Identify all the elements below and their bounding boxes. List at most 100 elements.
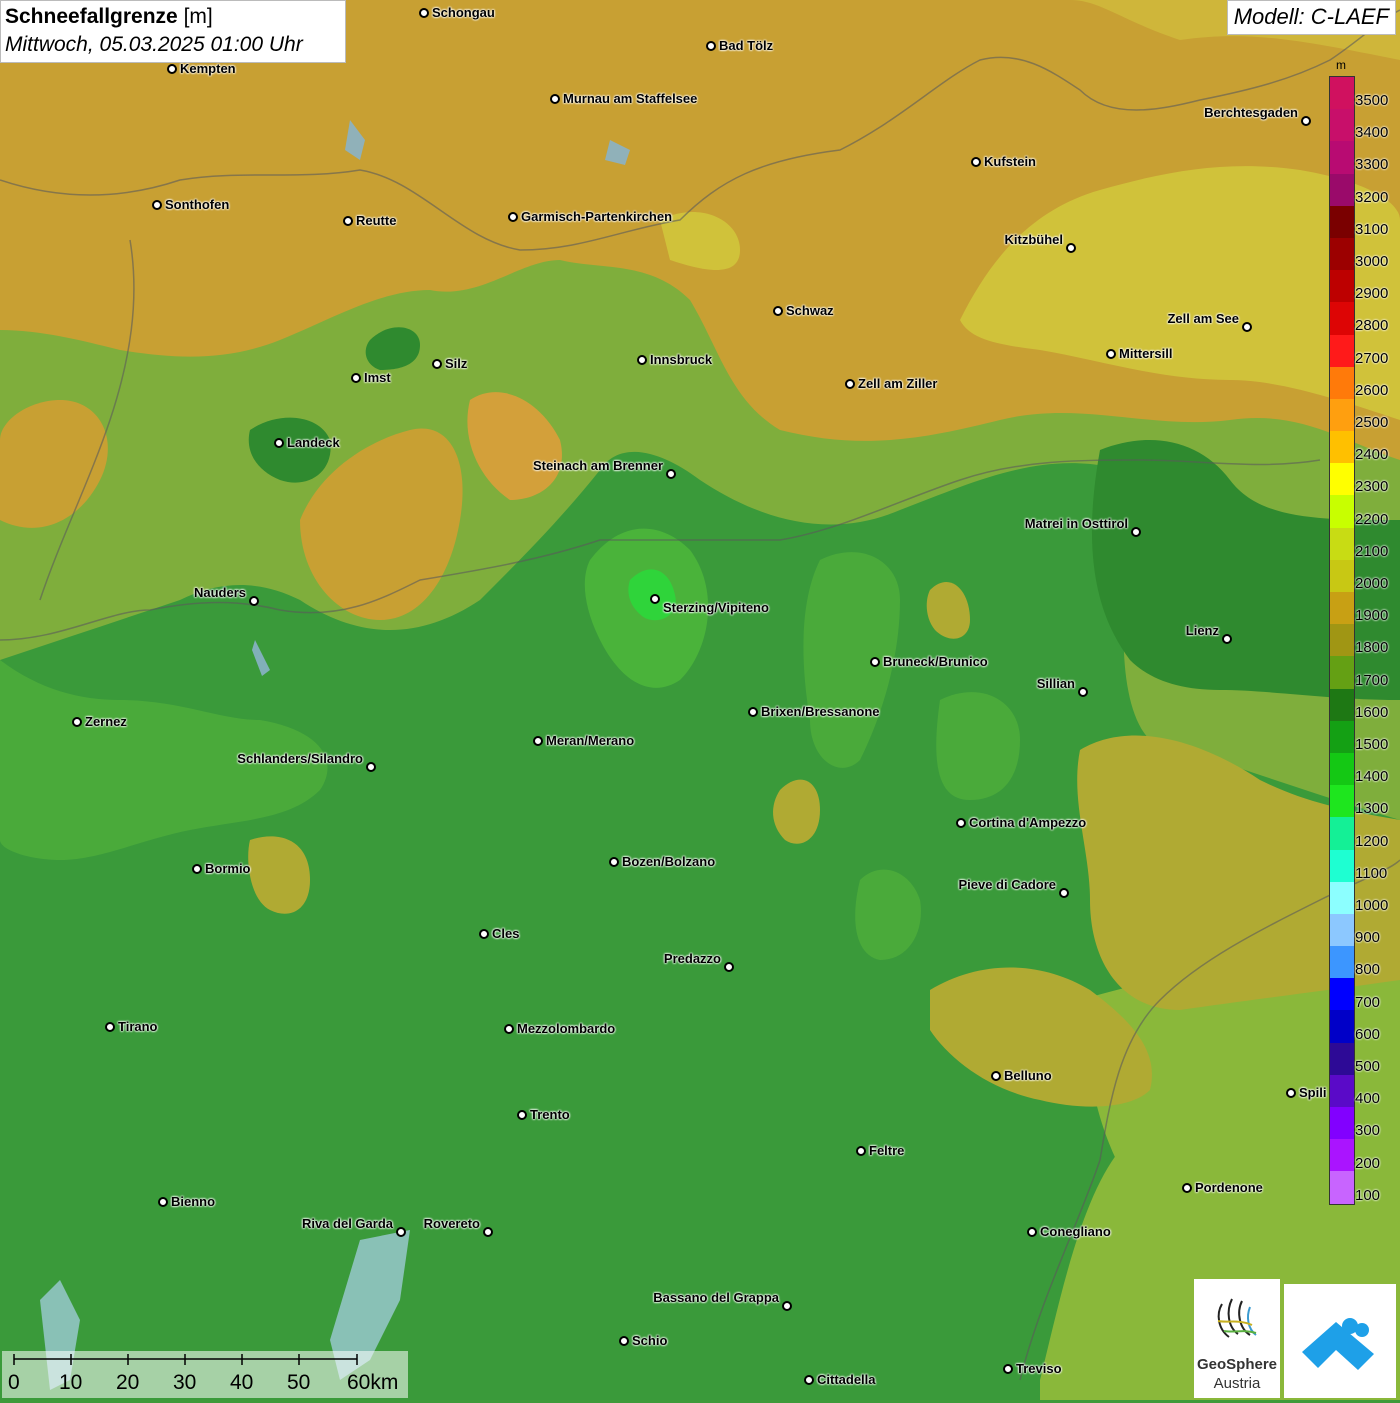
city-label: Schio [632, 1333, 668, 1348]
city-label: Pieve di Cadore [958, 877, 1056, 892]
legend-label: 2200 [1355, 510, 1389, 528]
map-subtitle: Mittwoch, 05.03.2025 01:00 Uhr [5, 33, 303, 56]
legend-swatch [1330, 559, 1354, 592]
city-marker [517, 1110, 527, 1120]
city-marker [1301, 116, 1311, 126]
city-marker [637, 355, 647, 365]
legend-swatch [1330, 752, 1354, 786]
city-label: Zernez [85, 714, 127, 729]
city-marker [533, 736, 543, 746]
city-marker [856, 1146, 866, 1156]
city-label: Steinach am Brenner [532, 458, 663, 473]
city-marker [1286, 1088, 1296, 1098]
city-label: Bassano del Grappa [653, 1290, 779, 1305]
legend-label: 3200 [1355, 188, 1389, 206]
legend-label: 200 [1355, 1154, 1381, 1172]
city-label: Schwaz [786, 303, 834, 318]
city-label: Mezzolombardo [517, 1021, 616, 1036]
legend-label: 2300 [1355, 478, 1389, 496]
city-label: Cles [492, 926, 520, 941]
legend-label: 900 [1355, 929, 1381, 947]
city-marker [991, 1071, 1001, 1081]
partner-logo[interactable] [1284, 1284, 1396, 1398]
city-marker [351, 373, 361, 383]
city-marker [870, 657, 880, 667]
legend-label: 3500 [1355, 92, 1389, 109]
legend-swatch [1330, 205, 1354, 238]
legend-label: 1000 [1355, 897, 1389, 914]
legend-label: 1900 [1355, 607, 1389, 625]
city-marker [1059, 888, 1069, 898]
city-marker [1242, 322, 1252, 332]
city-label: Bad Tölz [719, 38, 774, 53]
city-marker [804, 1375, 814, 1385]
city-label: Bienno [171, 1194, 216, 1209]
legend-swatch [1330, 109, 1354, 142]
city-label: Trento [530, 1107, 570, 1122]
legend-swatch [1330, 1171, 1354, 1204]
city-marker [343, 216, 353, 226]
city-marker [432, 359, 442, 369]
city-label: Meran/Merano [546, 733, 635, 748]
legend-swatch [1330, 463, 1354, 496]
legend-swatch [1330, 302, 1354, 335]
city-label: Reutte [356, 213, 397, 228]
legend-label: 3400 [1355, 124, 1389, 142]
city-marker [396, 1227, 406, 1237]
city-marker [609, 857, 619, 867]
city-label: Sonthofen [165, 197, 230, 212]
city-marker [971, 157, 981, 167]
legend-label: 1500 [1355, 736, 1389, 753]
legend-label: 1400 [1355, 768, 1389, 786]
legend-unit: m [1336, 58, 1346, 72]
city-label: Feltre [869, 1143, 905, 1158]
scale-label: 20 [116, 1371, 140, 1394]
city-marker [1066, 243, 1076, 253]
city-marker [1131, 527, 1141, 537]
scale-label: 40 [230, 1371, 254, 1394]
city-marker [550, 94, 560, 104]
legend-swatch [1330, 495, 1354, 528]
geosphere-logo[interactable]: GeoSphere Austria [1194, 1279, 1280, 1398]
city-marker [1106, 349, 1116, 359]
city-marker [666, 469, 676, 479]
legend-label: 700 [1355, 993, 1381, 1011]
legend-swatch [1330, 334, 1354, 367]
legend-swatch [1330, 624, 1354, 657]
legend-swatch [1330, 1074, 1354, 1107]
city-marker [724, 962, 734, 972]
city-label: Bozen/Bolzano [622, 854, 716, 869]
city-label: Rovereto [423, 1216, 480, 1231]
city-marker [192, 864, 202, 874]
legend-swatch [1330, 1042, 1354, 1075]
legend-label: 600 [1355, 1025, 1381, 1043]
geosphere-emblem-icon [1217, 1298, 1257, 1338]
city-marker [274, 438, 284, 448]
legend-swatch [1330, 527, 1354, 560]
city-label: Kitzbühel [1004, 232, 1064, 247]
legend-label: 100 [1355, 1186, 1381, 1204]
legend-label: 1800 [1355, 639, 1389, 657]
geosphere-name: GeoSphere [1196, 1356, 1278, 1373]
city-label: Pordenone [1195, 1180, 1263, 1195]
legend-label: 2900 [1355, 285, 1389, 303]
legend-label: 1100 [1355, 864, 1388, 882]
city-marker [748, 707, 758, 717]
city-label: Schongau [432, 5, 495, 20]
city-marker [1222, 634, 1232, 644]
city-label: Murnau am Staffelsee [563, 91, 698, 106]
city-label: Silz [445, 356, 468, 371]
legend-swatch [1330, 656, 1354, 689]
city-label: Spili [1299, 1085, 1327, 1100]
city-marker [72, 717, 82, 727]
city-label: Predazzo [663, 951, 721, 966]
legend-label: 2000 [1355, 575, 1389, 592]
legend-label: 1700 [1355, 671, 1389, 689]
city-marker [706, 41, 716, 51]
city-label: Garmisch-Partenkirchen [521, 209, 673, 224]
model-label: Modell: C-LAEF [1226, 0, 1396, 35]
legend-label: 1200 [1355, 832, 1389, 850]
city-marker [483, 1227, 493, 1237]
legend-color-bar [1329, 76, 1355, 1205]
city-marker [956, 818, 966, 828]
